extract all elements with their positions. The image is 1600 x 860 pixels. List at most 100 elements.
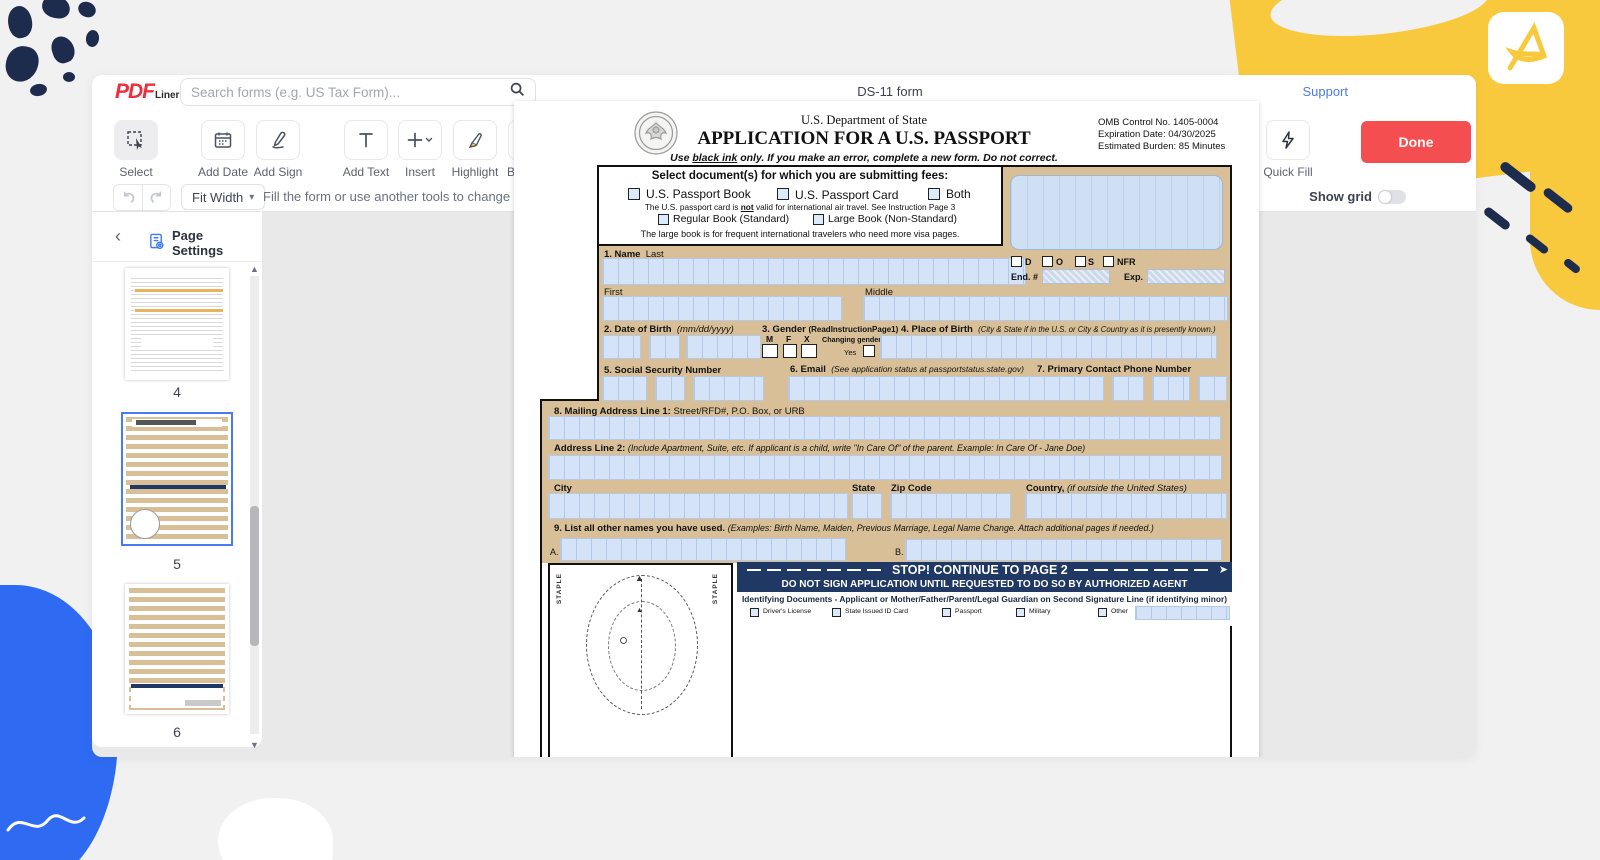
exp-field[interactable] xyxy=(1147,269,1225,284)
phone-field-2[interactable] xyxy=(1152,376,1190,401)
drivers-license-checkbox[interactable] xyxy=(750,608,759,617)
email-field[interactable] xyxy=(788,376,1104,401)
omb-control: OMB Control No. 1405-0004 xyxy=(1098,117,1225,129)
other-name-a-field[interactable] xyxy=(560,538,846,561)
middle-name-field[interactable] xyxy=(863,296,1228,321)
email-label: 6. Email xyxy=(790,364,826,375)
search-icon[interactable] xyxy=(510,82,525,102)
regular-book-label: Regular Book (Standard) xyxy=(673,213,789,225)
logo-pdf-text: PDF xyxy=(115,80,154,103)
other-id-checkbox[interactable] xyxy=(1098,608,1107,617)
pob-label: 4. Place of Birth xyxy=(901,324,973,335)
tool-label: Quick Fill xyxy=(1256,165,1320,179)
passport-id-checkbox[interactable] xyxy=(942,608,951,617)
country-field[interactable] xyxy=(1025,493,1227,519)
dob-year-field[interactable] xyxy=(686,335,761,359)
exp-label: Exp. xyxy=(1124,272,1143,282)
status-o-checkbox[interactable] xyxy=(1042,256,1053,267)
gender-note: (ReadInstructionPage1) xyxy=(808,325,898,334)
gender-f-label: F xyxy=(786,334,791,344)
gender-m-checkbox[interactable] xyxy=(762,344,778,358)
status-s-checkbox[interactable] xyxy=(1075,256,1086,267)
address-line1-field[interactable] xyxy=(548,416,1221,440)
scrollbar-thumb[interactable] xyxy=(250,506,259,646)
gender-f-checkbox[interactable] xyxy=(783,344,797,358)
gender-x-checkbox[interactable] xyxy=(801,344,817,358)
status-d-checkbox[interactable] xyxy=(1011,256,1022,267)
dob-month-field[interactable] xyxy=(602,335,641,359)
passport-card-checkbox[interactable] xyxy=(777,188,789,200)
stop-text: STOP! CONTINUE TO PAGE 2 xyxy=(892,563,1068,577)
barcode-field[interactable] xyxy=(1010,175,1223,250)
page-settings-button[interactable]: Page Settings xyxy=(140,222,262,264)
zip-field[interactable] xyxy=(890,493,1011,519)
status-nfr-checkbox[interactable] xyxy=(1103,256,1114,267)
status-nfr-label: NFR xyxy=(1117,257,1136,267)
zoom-level-select[interactable]: Fit Width ▾ xyxy=(181,184,265,210)
tool-add-sign[interactable]: Add Sign xyxy=(246,120,310,179)
text-icon xyxy=(344,120,388,160)
logo-liner-text: Liner xyxy=(155,90,179,101)
fees-selection-box: Select document(s) for which you are sub… xyxy=(597,165,1003,246)
name-last-field[interactable] xyxy=(602,258,1026,285)
document-title: DS-11 form xyxy=(857,84,923,99)
ssn-field-2[interactable] xyxy=(655,376,685,401)
undo-button[interactable] xyxy=(114,185,142,210)
staple-text-right: STAPLE xyxy=(712,573,719,604)
omb-expiration: Expiration Date: 04/30/2025 xyxy=(1098,129,1225,141)
other-id-field[interactable] xyxy=(1135,606,1230,620)
military-checkbox[interactable] xyxy=(1016,608,1025,617)
banner-line-left xyxy=(747,569,886,571)
tool-select[interactable]: Select xyxy=(104,120,168,179)
address-line2-field[interactable] xyxy=(548,455,1222,480)
both-label: Both xyxy=(946,187,971,201)
pages-sidebar: ‹ Page Settings 4 xyxy=(92,212,262,747)
ssn-field-1[interactable] xyxy=(602,376,647,401)
state-id-checkbox[interactable] xyxy=(832,608,841,617)
addr2-label: Address Line 2: xyxy=(554,443,625,454)
regular-book-checkbox[interactable] xyxy=(658,214,669,225)
city-field[interactable] xyxy=(548,493,848,519)
collapse-sidebar-icon[interactable]: ‹ xyxy=(106,224,130,248)
other-name-b-field[interactable] xyxy=(905,539,1222,561)
done-button[interactable]: Done xyxy=(1361,121,1471,163)
dob-day-field[interactable] xyxy=(649,335,680,359)
tool-quick-fill[interactable]: Quick Fill xyxy=(1256,120,1320,179)
status-d-label: D xyxy=(1025,257,1032,267)
changing-gender-checkbox[interactable] xyxy=(863,345,875,357)
addr2-note: (Include Apartment, Suite, etc. If appli… xyxy=(628,443,1085,453)
show-grid-toggle[interactable] xyxy=(1378,190,1406,204)
place-of-birth-field[interactable] xyxy=(880,335,1217,359)
scroll-up-icon[interactable]: ▲ xyxy=(249,264,260,274)
both-checkbox[interactable] xyxy=(928,188,940,200)
search-input[interactable] xyxy=(191,85,510,100)
sidebar-scrollbar[interactable] xyxy=(250,276,259,734)
pdfliner-app-window: PDFLiner DS-11 form Support Select xyxy=(92,75,1476,757)
ssn-field-3[interactable] xyxy=(693,376,764,401)
scroll-down-icon[interactable]: ▼ xyxy=(249,740,260,750)
name-b-label: B. xyxy=(895,547,904,557)
tool-label: Add Sign xyxy=(246,165,310,179)
thumbnail-content xyxy=(129,588,225,710)
support-link[interactable]: Support xyxy=(1302,84,1348,99)
pdfliner-logo[interactable]: PDFLiner xyxy=(115,80,179,104)
first-name-field[interactable] xyxy=(602,296,842,321)
insert-plus-icon xyxy=(398,120,442,160)
photo-circle-mark xyxy=(620,637,627,644)
phone-field-1[interactable] xyxy=(1112,376,1144,401)
state-field[interactable] xyxy=(851,493,882,519)
page-thumbnail-4[interactable] xyxy=(125,268,229,380)
page-settings-label: Page Settings xyxy=(172,228,254,258)
stop-banner: STOP! CONTINUE TO PAGE 2 ➤ xyxy=(737,562,1232,577)
page-thumbnail-5-selected[interactable] xyxy=(121,412,233,546)
desktop-background: PDFLiner DS-11 form Support Select xyxy=(0,0,1600,860)
phone-field-3[interactable] xyxy=(1198,376,1227,401)
end-number-field[interactable] xyxy=(1042,269,1110,284)
passport-book-checkbox[interactable] xyxy=(628,188,640,200)
end-number-label: End. # xyxy=(1011,272,1038,282)
photo-arrow-top: ▲ xyxy=(635,573,644,583)
redo-button[interactable] xyxy=(142,185,170,210)
page-thumbnail-6[interactable] xyxy=(125,584,229,714)
large-book-checkbox[interactable] xyxy=(813,214,824,225)
identifying-docs-row: Identifying Documents - Applicant or Mot… xyxy=(737,592,1232,606)
